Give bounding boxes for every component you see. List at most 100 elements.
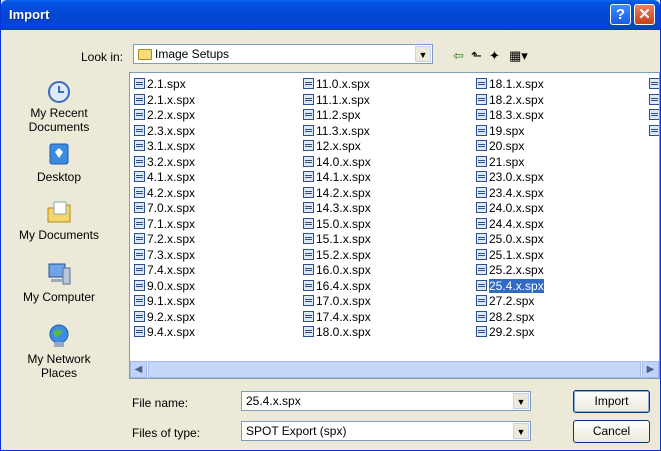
file-name: 11.3.x.spx	[316, 123, 370, 138]
file-item[interactable]: 7.1.x.spx	[134, 217, 195, 233]
file-item[interactable]: 9.2.x.spx	[134, 310, 195, 326]
file-item[interactable]: 21.spx	[476, 155, 544, 171]
file-name: 21.spx	[489, 154, 525, 169]
file-item[interactable]: 15.2.x.spx	[303, 248, 371, 264]
file-item[interactable]: 23.4.x.spx	[476, 186, 544, 202]
file-item[interactable]: 15.1.x.spx	[303, 232, 371, 248]
filetype-dropdown[interactable]: SPOT Export (spx) ▼	[241, 421, 531, 441]
file-item[interactable]: 27.2.spx	[476, 294, 544, 310]
file-name: 28.2.spx	[489, 309, 535, 324]
view-menu-icon[interactable]: ▦▾	[509, 48, 528, 64]
file-item[interactable]: 14.0.x.spx	[303, 155, 371, 171]
scroll-right-icon[interactable]: ▶	[642, 361, 659, 378]
place-my-computer[interactable]: My Computer	[9, 260, 109, 304]
file-item[interactable]: 19.spx	[476, 124, 544, 140]
file-item[interactable]: 28.2.spx	[476, 310, 544, 326]
file-name: 2.3.x.spx	[147, 123, 196, 138]
place-my-recent-documents[interactable]: My Recent Documents	[9, 76, 109, 134]
spx-file-icon	[476, 93, 487, 105]
file-item[interactable]: 9.0.x.spx	[134, 279, 195, 295]
file-item[interactable]: 24.4.x.spx	[476, 217, 544, 233]
chevron-down-icon[interactable]: ▼	[415, 46, 431, 62]
title-bar[interactable]: Import ? ✕	[1, 0, 660, 30]
file-item[interactable]: 7.4.x.spx	[134, 263, 195, 279]
file-item[interactable]: 2.1.x.spx	[134, 93, 195, 109]
file-item[interactable]: 18.2.x.spx	[476, 93, 544, 109]
file-item[interactable]: 24.0.x.spx	[476, 201, 544, 217]
spx-file-icon	[476, 155, 487, 167]
file-item[interactable]: 25.4.x.spx	[476, 278, 544, 295]
up-folder-icon[interactable]: ⬑	[471, 48, 482, 64]
file-item[interactable]: 20.spx	[476, 139, 544, 155]
file-item[interactable]: 11.2.spx	[303, 108, 371, 124]
file-item[interactable]: 11.1.x.spx	[303, 93, 371, 109]
close-button[interactable]: ✕	[634, 4, 655, 25]
file-name: 19.spx	[489, 123, 525, 138]
scroll-left-icon[interactable]: ◀	[130, 361, 147, 378]
cancel-button[interactable]: Cancel	[573, 420, 650, 443]
file-name: 11.2.spx	[316, 108, 361, 122]
file-name: 3.2.x.spx	[147, 154, 196, 169]
file-item[interactable]: 2.3.x.spx	[134, 124, 195, 140]
file-item[interactable]: 17.0.x.spx	[303, 294, 371, 310]
file-item[interactable]: 7.0.x.spx	[134, 201, 195, 217]
place-my-documents[interactable]: My Documents	[9, 198, 109, 242]
spx-file-icon	[134, 78, 145, 89]
file-item[interactable]: 3.2.x.spx	[134, 155, 195, 171]
file-item[interactable]: 16.4.x.spx	[303, 279, 371, 295]
my-documents-icon	[47, 201, 71, 223]
back-icon[interactable]: ⇦	[453, 48, 464, 64]
file-item[interactable]: 18.3.x.spx	[476, 108, 544, 124]
place-desktop[interactable]: Desktop	[9, 140, 109, 184]
file-name: 25.2.x.spx	[489, 263, 544, 277]
file-item[interactable]: 16.0.x.spx	[303, 263, 371, 279]
file-item[interactable]: 23.0.x.spx	[476, 170, 544, 186]
file-item[interactable]: 12.x.spx	[303, 139, 371, 155]
place-my-network-places[interactable]: My Network Places	[9, 322, 109, 380]
filename-input[interactable]: 25.4.x.spx ▼	[241, 391, 531, 411]
file-item[interactable]: 17.4.x.spx	[303, 310, 371, 326]
file-item[interactable]: 25.1.x.spx	[476, 248, 544, 264]
file-item[interactable]: 14.1.x.spx	[303, 170, 371, 186]
file-item[interactable]: 2.2.x.spx	[134, 108, 195, 124]
file-item[interactable]: 11.0.x.spx	[303, 77, 371, 93]
file-item[interactable]: 18.0.x.spx	[303, 325, 371, 341]
spx-file-icon	[303, 140, 314, 151]
file-list[interactable]: 2.1.spx 2.1.x.spx 2.2.x.spx 2.3.x.spx 3.1.x.…	[129, 72, 660, 379]
file-item[interactable]: 11.3.x.spx	[303, 124, 371, 140]
place-label: Desktop	[36, 170, 82, 184]
help-button[interactable]: ?	[610, 4, 631, 25]
file-item[interactable]: 9.4.x.spx	[134, 325, 195, 341]
file-item[interactable]: 25.2.x.spx	[476, 263, 544, 279]
file-item[interactable]: 14.2.x.spx	[303, 186, 371, 202]
file-name: 18.3.x.spx	[489, 108, 544, 122]
file-item[interactable]: 4.1.x.spx	[134, 170, 195, 186]
horizontal-scrollbar[interactable]: ◀ ▶	[130, 361, 659, 378]
file-item[interactable]: 7.2.x.spx	[134, 232, 195, 248]
file-item[interactable]: 29.2.spx	[476, 325, 544, 341]
import-button[interactable]: Import	[573, 390, 650, 413]
lookin-dropdown[interactable]: Image Setups ▼	[133, 44, 433, 64]
file-name: 18.2.x.spx	[489, 92, 544, 107]
file-name: 7.0.x.spx	[147, 201, 196, 215]
file-item[interactable]: 25.0.x.spx	[476, 232, 544, 248]
filetype-value: SPOT Export (spx)	[246, 424, 347, 438]
file-name: 4.1.x.spx	[147, 170, 196, 184]
file-item[interactable]: 4.2.x.spx	[134, 186, 195, 202]
file-item[interactable]: 2.1.spx	[134, 77, 195, 93]
file-item[interactable]: 14.3.x.spx	[303, 201, 371, 217]
desktop-icon	[49, 143, 69, 165]
file-item[interactable]: 15.0.x.spx	[303, 217, 371, 233]
file-item[interactable]: 7.3.x.spx	[134, 248, 195, 264]
file-column-4	[649, 77, 659, 139]
file-item[interactable]: 18.1.x.spx	[476, 77, 544, 93]
spx-file-icon	[476, 326, 487, 337]
file-item[interactable]: 3.1.x.spx	[134, 139, 195, 155]
file-item[interactable]: 9.1.x.spx	[134, 294, 195, 310]
chevron-down-icon[interactable]: ▼	[513, 393, 529, 409]
file-name: 24.4.x.spx	[489, 216, 544, 231]
chevron-down-icon[interactable]: ▼	[513, 423, 529, 439]
file-name: 23.0.x.spx	[489, 170, 544, 184]
new-folder-icon[interactable]: ✦	[489, 48, 500, 64]
scroll-thumb[interactable]	[148, 361, 641, 378]
